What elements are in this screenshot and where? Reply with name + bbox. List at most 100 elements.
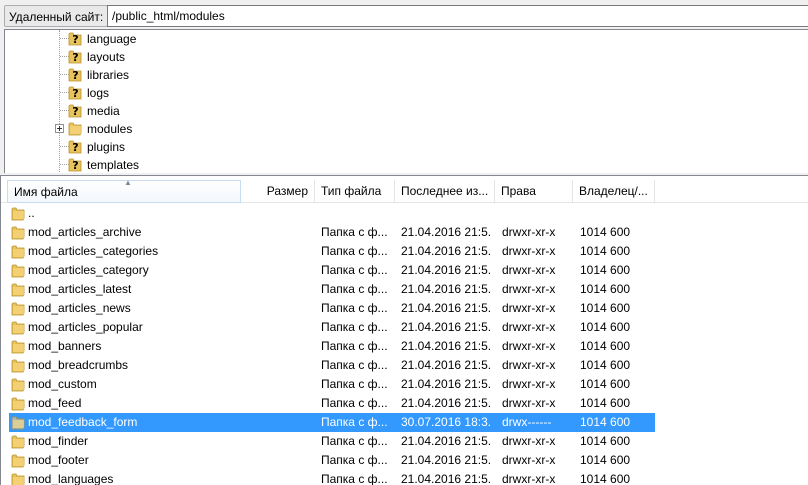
column-header-size[interactable]: Размер (241, 180, 315, 203)
file-permissions: drwxr-xr-x (502, 377, 556, 391)
column-header-owner[interactable]: Владелец/... (573, 180, 655, 203)
file-permissions: drwxr-xr-x (502, 472, 556, 485)
tree-item-layouts[interactable]: ? layouts (5, 48, 808, 66)
svg-text:?: ? (72, 141, 78, 154)
tree-item-modules[interactable]: modules (5, 120, 808, 138)
file-type: Папка с ф... (321, 244, 388, 258)
folder-icon (11, 396, 25, 411)
file-owner: 1014 600 (580, 396, 631, 410)
tree-item-label: language (87, 32, 137, 46)
table-row[interactable]: mod_articles_category Папка с ф... 21.04.2… (1, 261, 808, 280)
tree-item-label: templates (87, 158, 140, 172)
sort-ascending-icon: ▲ (124, 178, 132, 187)
svg-text:?: ? (72, 33, 78, 46)
folder-icon (11, 453, 25, 468)
file-modified: 21.04.2016 21:5... (401, 377, 491, 391)
table-row[interactable]: mod_articles_latest Папка с ф... 21.04.201… (1, 280, 808, 299)
file-owner: 1014 600 (580, 358, 631, 372)
remote-path-input[interactable] (107, 5, 808, 27)
file-permissions: drwxr-xr-x (502, 244, 556, 258)
file-name: mod_articles_category (28, 263, 149, 277)
file-type: Папка с ф... (321, 225, 388, 239)
table-row[interactable]: .. (1, 204, 808, 223)
expand-plus-icon[interactable] (55, 124, 64, 133)
tree-item-plugins[interactable]: ? plugins (5, 138, 808, 156)
svg-text:?: ? (72, 105, 78, 118)
file-name: mod_feedback_form (28, 415, 138, 429)
table-row[interactable]: mod_finder Папка с ф... 21.04.2016 21:5...… (1, 432, 808, 451)
svg-text:?: ? (72, 51, 78, 64)
remote-site-bar: Удаленный сайт: (0, 0, 808, 30)
file-permissions: drwxr-xr-x (502, 225, 556, 239)
unknown-folder-icon: ? (68, 103, 83, 118)
table-row[interactable]: mod_articles_news Папка с ф... 21.04.2016 … (1, 299, 808, 318)
table-row[interactable]: mod_footer Папка с ф... 21.04.2016 21:5...… (1, 451, 808, 470)
tree-item-templates[interactable]: ? templates (5, 156, 808, 173)
file-name: mod_banners (28, 339, 102, 353)
remote-directory-tree[interactable]: ? language? layouts? libraries? logs? media mo… (4, 29, 808, 173)
file-modified: 21.04.2016 21:5... (401, 434, 491, 448)
file-name: mod_custom (28, 377, 97, 391)
table-row[interactable]: mod_breadcrumbs Папка с ф... 21.04.2016 21… (1, 356, 808, 375)
column-header-modified[interactable]: Последнее из... (395, 180, 495, 203)
folder-icon (11, 301, 25, 316)
file-name: mod_breadcrumbs (28, 358, 129, 372)
column-header-modified-label: Последнее из... (401, 184, 489, 198)
tree-item-language[interactable]: ? language (5, 30, 808, 48)
table-row-selected[interactable]: mod_feedback_form Папка с ф... 30.07.2016 … (1, 413, 808, 432)
table-row[interactable]: mod_articles_categories Папка с ф... 21.04… (1, 242, 808, 261)
file-permissions: drwxr-xr-x (502, 301, 556, 315)
unknown-folder-icon: ? (68, 49, 83, 64)
file-owner: 1014 600 (580, 434, 631, 448)
column-header-type-label: Тип файла (321, 184, 382, 198)
table-row[interactable]: mod_languages Папка с ф... 21.04.2016 21:5… (1, 470, 808, 485)
folder-icon (11, 206, 25, 221)
file-modified (401, 204, 491, 223)
table-row[interactable]: mod_custom Папка с ф... 21.04.2016 21:5...… (1, 375, 808, 394)
tree-item-media[interactable]: ? media (5, 102, 808, 120)
remote-file-list[interactable]: ▲ Имя файла Размер Тип файла Последнее и… (0, 175, 808, 485)
file-name: mod_articles_categories (28, 244, 159, 258)
unknown-folder-icon: ? (68, 85, 83, 100)
table-row[interactable]: mod_banners Папка с ф... 21.04.2016 21:5..… (1, 337, 808, 356)
table-row[interactable]: mod_articles_archive Папка с ф... 21.04.20… (1, 223, 808, 242)
file-permissions: drwxr-xr-x (502, 434, 556, 448)
table-row[interactable]: mod_articles_popular Папка с ф... 21.04.20… (1, 318, 808, 337)
file-type: Папка с ф... (321, 320, 388, 334)
file-type: Папка с ф... (321, 339, 388, 353)
folder-icon (11, 339, 25, 354)
file-modified: 21.04.2016 21:5... (401, 244, 491, 258)
file-permissions: drwxr-xr-x (502, 358, 556, 372)
column-header-name[interactable]: ▲ Имя файла (7, 178, 241, 203)
file-name: mod_articles_archive (28, 225, 142, 239)
file-list-header: ▲ Имя файла Размер Тип файла Последнее и… (1, 178, 808, 203)
file-owner: 1014 600 (580, 225, 631, 239)
file-type: Папка с ф... (321, 396, 388, 410)
file-owner: 1014 600 (580, 377, 631, 391)
file-permissions (502, 204, 572, 223)
column-header-size-label: Размер (266, 184, 308, 198)
file-owner (580, 204, 650, 223)
svg-text:?: ? (72, 159, 78, 172)
column-header-permissions[interactable]: Права (495, 180, 573, 203)
tree-item-logs[interactable]: ? logs (5, 84, 808, 102)
file-type: Папка с ф... (321, 301, 388, 315)
tree-item-label: media (87, 104, 120, 118)
file-name: mod_languages (28, 472, 114, 485)
file-permissions: drwxr-xr-x (502, 453, 556, 467)
column-header-type[interactable]: Тип файла (315, 180, 395, 203)
tree-item-libraries[interactable]: ? libraries (5, 66, 808, 84)
tree-item-label: modules (87, 122, 133, 136)
file-owner: 1014 600 (580, 339, 631, 353)
file-type: Папка с ф... (321, 282, 388, 296)
file-modified: 21.04.2016 21:5... (401, 396, 491, 410)
tree-item-label: libraries (87, 68, 130, 82)
table-row[interactable]: mod_feed Папка с ф... 21.04.2016 21:5... dr… (1, 394, 808, 413)
folder-icon (11, 225, 25, 240)
file-owner: 1014 600 (580, 453, 631, 467)
folder-icon (68, 121, 83, 136)
file-name: mod_feed (28, 396, 82, 410)
file-modified: 21.04.2016 21:5... (401, 358, 491, 372)
file-modified: 21.04.2016 21:5... (401, 282, 491, 296)
tree-item-label: plugins (87, 140, 126, 154)
